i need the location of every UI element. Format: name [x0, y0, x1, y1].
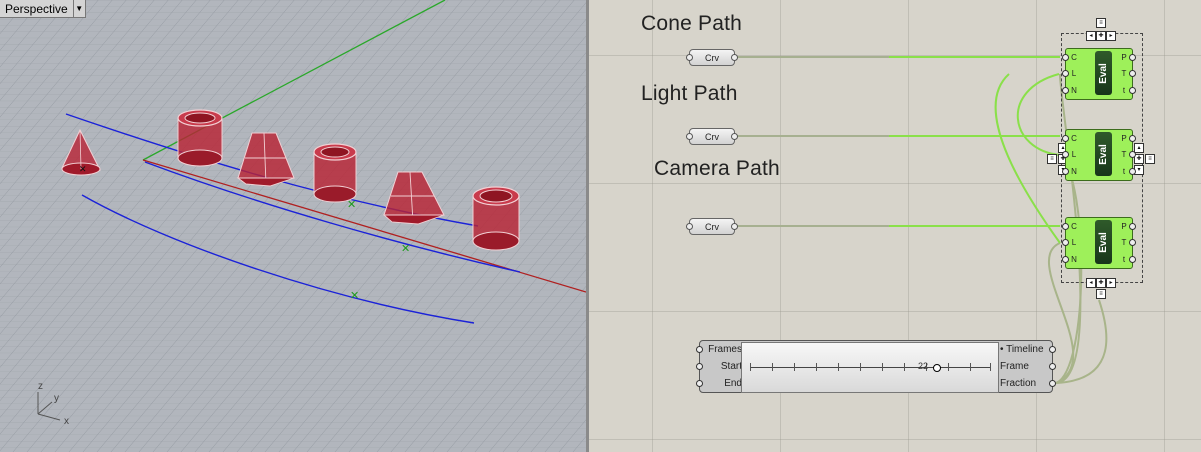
eval-component-3[interactable]: C L N Eval P T t — [1062, 217, 1136, 269]
output-t-tangent[interactable]: T — [1119, 69, 1129, 78]
svg-text:y: y — [54, 393, 59, 404]
crv-param-camera[interactable]: Crv — [686, 218, 738, 235]
input-l[interactable]: L — [1069, 150, 1079, 159]
output-p[interactable]: P — [1119, 134, 1129, 143]
eval-label: Eval — [1095, 132, 1112, 176]
output-t-tangent[interactable]: T — [1119, 150, 1129, 159]
viewport-title-tab[interactable]: Perspective ▼ — [0, 0, 86, 18]
output-t-param[interactable]: t — [1119, 86, 1129, 95]
input-start[interactable]: Start — [721, 361, 742, 372]
input-n[interactable]: N — [1069, 255, 1079, 264]
input-c[interactable]: C — [1069, 53, 1079, 62]
viewport-menu-dropdown-icon[interactable]: ▼ — [72, 0, 85, 17]
cylinder-object-2[interactable] — [313, 143, 357, 203]
zui-menu-bottom-icon[interactable]: ≡ — [1096, 289, 1106, 299]
svg-text:✕: ✕ — [79, 165, 87, 175]
timeline-value: 22 — [918, 361, 929, 371]
eval-component-2[interactable]: C L N Eval P T t — [1062, 129, 1136, 181]
input-n[interactable]: N — [1069, 86, 1079, 95]
input-l[interactable]: L — [1069, 238, 1079, 247]
eval-component-1[interactable]: C L N Eval P T t — [1062, 48, 1136, 100]
output-t-param[interactable]: t — [1119, 167, 1129, 176]
eval-label: Eval — [1095, 220, 1112, 264]
output-p[interactable]: P — [1119, 222, 1129, 231]
rhino-viewport[interactable]: ✕ ✕ ✕ ✕ z y x Perspective ▼ — [0, 0, 586, 452]
zui-add-icon[interactable]: ✚ — [1096, 31, 1106, 41]
output-p[interactable]: P — [1119, 53, 1129, 62]
zui-arrow-right-icon[interactable]: ▸ — [1106, 31, 1116, 41]
viewport-scene: ✕ ✕ ✕ ✕ z y x — [0, 0, 586, 452]
point-marker-camera: ✕ — [350, 289, 359, 302]
zui-add-bottom-icon[interactable]: ✚ — [1096, 278, 1106, 288]
output-t-tangent[interactable]: T — [1119, 238, 1129, 247]
zui-menu-icon[interactable]: ≡ — [1096, 18, 1106, 28]
input-c[interactable]: C — [1069, 134, 1079, 143]
zui-arrow-left-bottom-icon[interactable]: ◂ — [1086, 278, 1096, 288]
point-marker-light: ✕ — [401, 242, 410, 255]
output-t-param[interactable]: t — [1119, 255, 1129, 264]
group-label-camera-path: Camera Path — [654, 157, 780, 180]
point-marker-cone: ✕ — [347, 198, 356, 211]
grasshopper-canvas[interactable]: Cone Path Light Path Camera Path Crv Crv… — [589, 0, 1201, 452]
crv-param-cone[interactable]: Crv — [686, 49, 738, 66]
crv-param-light[interactable]: Crv — [686, 128, 738, 145]
input-n[interactable]: N — [1069, 167, 1079, 176]
cylinder-object-3[interactable] — [472, 186, 520, 251]
timeline-slider[interactable]: 22 — [741, 342, 999, 393]
cylinder-object-1[interactable] — [177, 109, 223, 167]
zui-arrow-left-icon[interactable]: ◂ — [1086, 31, 1096, 41]
timeline-component[interactable]: Frames Start End 22 • Timeline Frame Fra… — [696, 340, 1056, 393]
input-frames[interactable]: Frames — [708, 344, 742, 355]
zui-menu-right-icon[interactable]: ≡ — [1145, 154, 1155, 164]
svg-text:x: x — [64, 416, 69, 427]
input-l[interactable]: L — [1069, 69, 1079, 78]
eval-label: Eval — [1095, 51, 1112, 95]
timeline-slider-knob[interactable] — [933, 364, 941, 372]
zui-arrow-right-bottom-icon[interactable]: ▸ — [1106, 278, 1116, 288]
svg-text:z: z — [38, 381, 43, 392]
input-end[interactable]: End — [724, 378, 742, 389]
output-fraction[interactable]: Fraction — [1000, 378, 1036, 389]
group-label-light-path: Light Path — [641, 82, 738, 105]
zui-arrow-up-right-icon[interactable]: ▴ — [1134, 143, 1144, 153]
group-label-cone-path: Cone Path — [641, 12, 743, 35]
output-timeline[interactable]: • Timeline — [1000, 344, 1044, 355]
output-frame[interactable]: Frame — [1000, 361, 1029, 372]
zui-menu-left-icon[interactable]: ≡ — [1047, 154, 1057, 164]
viewport-name: Perspective — [5, 1, 68, 16]
input-c[interactable]: C — [1069, 222, 1079, 231]
